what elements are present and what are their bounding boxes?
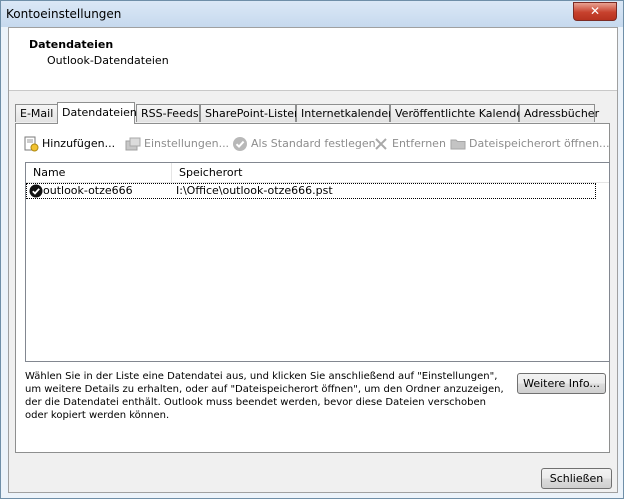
close-button[interactable]: Schließen — [541, 468, 612, 489]
open-location-label: Dateispeicherort öffnen... — [469, 137, 610, 150]
set-default-button[interactable]: Als Standard festlegen — [232, 135, 376, 153]
tab-internet-calendars[interactable]: Internetkalender — [296, 104, 393, 122]
toolbar: Hinzufügen... Einstellungen... Als Stand… — [23, 135, 610, 153]
tab-sharepoint-lists[interactable]: SharePoint-Listen — [200, 104, 301, 122]
settings-icon — [125, 136, 141, 152]
dialog-header: Datendateien Outlook-Datendateien — [9, 28, 617, 91]
tab-email[interactable]: E-Mail — [15, 104, 58, 122]
list-header: Name Speicherort — [26, 163, 609, 183]
window-title: Kontoeinstellungen — [6, 7, 122, 21]
check-circle-icon — [232, 136, 248, 152]
tab-datendateien[interactable]: Datendateien — [57, 102, 137, 124]
title-bar[interactable]: Kontoeinstellungen ✕ — [1, 1, 623, 27]
header-subtitle: Outlook-Datendateien — [47, 54, 169, 67]
add-button[interactable]: Hinzufügen... — [23, 135, 115, 153]
account-settings-window: Kontoeinstellungen ✕ Datendateien Outloo… — [0, 0, 624, 499]
tab-panel-datendateien: Hinzufügen... Einstellungen... Als Stand… — [15, 123, 610, 453]
column-header-name[interactable]: Name — [26, 163, 172, 182]
more-info-button[interactable]: Weitere Info... — [517, 373, 606, 394]
dialog-content: Datendateien Outlook-Datendateien E-Mail… — [8, 27, 618, 493]
open-location-button[interactable]: Dateispeicherort öffnen... — [450, 135, 610, 153]
folder-icon — [450, 136, 466, 152]
row-name: outlook-otze666 — [43, 184, 133, 197]
settings-button[interactable]: Einstellungen... — [125, 135, 229, 153]
tab-address-books[interactable]: Adressbücher — [519, 104, 599, 122]
column-header-location[interactable]: Speicherort — [172, 163, 597, 182]
remove-button[interactable]: Entfernen — [373, 135, 446, 153]
table-row[interactable]: outlook-otze666 I:\Office\outlook-otze66… — [26, 183, 596, 199]
tab-strip: E-Mail Datendateien RSS-Feeds SharePoint… — [15, 102, 615, 124]
info-text: Wählen Sie in der Liste eine Datendatei … — [25, 371, 504, 421]
add-file-icon — [23, 136, 39, 152]
set-default-label: Als Standard festlegen — [251, 137, 376, 150]
add-button-label: Hinzufügen... — [42, 137, 116, 150]
tab-rss-feeds[interactable]: RSS-Feeds — [136, 104, 200, 122]
window-close-button[interactable]: ✕ — [573, 2, 617, 21]
data-file-list[interactable]: Name Speicherort outlook-otze666 I:\Offi… — [25, 162, 610, 362]
settings-button-label: Einstellungen... — [144, 137, 230, 150]
header-title: Datendateien — [29, 38, 114, 51]
row-location: I:\Office\outlook-otze666.pst — [176, 184, 333, 197]
x-icon — [373, 136, 389, 152]
tab-published-calendars[interactable]: Veröffentlichte Kalender — [390, 104, 528, 122]
remove-button-label: Entfernen — [392, 137, 446, 150]
default-check-icon — [29, 184, 43, 198]
